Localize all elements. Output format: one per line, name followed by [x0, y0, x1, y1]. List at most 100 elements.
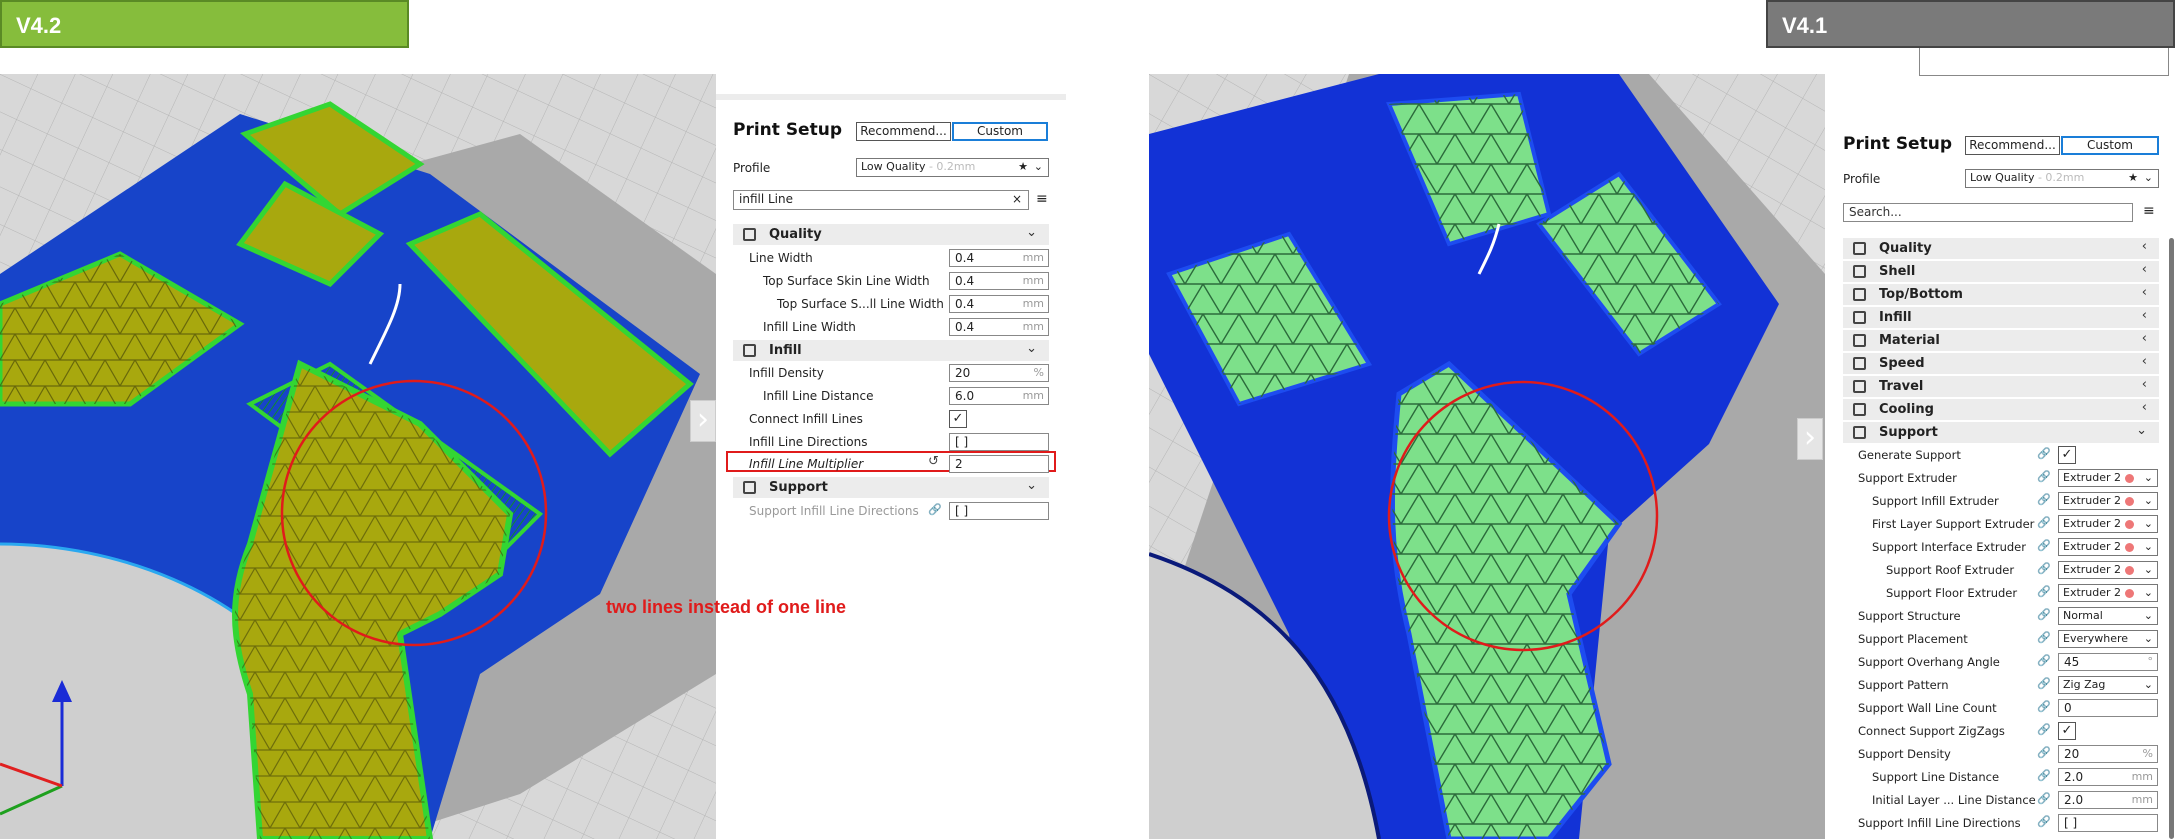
select-value: Extruder 2 — [2063, 494, 2122, 507]
setting-field[interactable]: 2.0 mm — [2058, 768, 2158, 786]
checkmark-icon: ✓ — [952, 411, 964, 426]
setting-select[interactable]: Extruder 2 ⌄ — [2058, 515, 2158, 533]
link-icon: 🔗 — [2037, 746, 2051, 759]
chevron-down-icon: ⌄ — [2143, 678, 2153, 691]
profile-label: Profile — [1843, 172, 1881, 186]
setting-checkbox[interactable]: ✓ — [2058, 446, 2076, 464]
setting-label-top-skin-lw: Top Surface Skin Line Width — [763, 274, 930, 288]
settings-menu-icon[interactable]: ≡ — [2143, 203, 2155, 219]
setting-select[interactable]: Everywhere ⌄ — [2058, 630, 2158, 648]
panel-title: Print Setup — [1843, 134, 1952, 154]
link-icon: 🔗 — [2037, 815, 2051, 828]
category-label: Infill — [1879, 310, 1912, 325]
category-cooling[interactable]: Cooling ‹ — [1843, 399, 2159, 420]
setting-checkbox[interactable]: ✓ — [2058, 722, 2076, 740]
chevron-left-icon: ‹ — [2141, 400, 2147, 415]
category-infill[interactable]: Infill ⌄ — [733, 340, 1049, 361]
field-value: 2.0 — [2064, 770, 2084, 784]
category-quality[interactable]: Quality ⌄ — [733, 224, 1049, 245]
infill-line-width-field[interactable]: 0.4 mm — [949, 318, 1049, 336]
support-icon — [743, 481, 756, 494]
setting-label: Support Density — [1858, 747, 1951, 761]
custom-button[interactable]: Custom — [952, 122, 1048, 141]
select-value: Zig Zag — [2063, 678, 2106, 691]
setting-field[interactable]: [ ] — [2058, 814, 2158, 832]
setting-select[interactable]: Zig Zag ⌄ — [2058, 676, 2158, 694]
infill-multiplier-field[interactable]: 2 — [949, 455, 1049, 473]
setting-label-support-directions: Support Infill Line Directions — [749, 504, 919, 518]
setting-field[interactable]: 0 — [2058, 699, 2158, 717]
extruder-color-icon — [2124, 588, 2134, 598]
search-input[interactable]: Search... — [1843, 203, 2133, 222]
connect-infill-checkbox[interactable]: ✓ — [949, 410, 967, 428]
viewport-right[interactable]: › — [1149, 74, 1825, 839]
search-input[interactable]: infill Line × — [733, 190, 1029, 210]
setting-select[interactable]: Normal ⌄ — [2058, 607, 2158, 625]
category-travel[interactable]: Travel ‹ — [1843, 376, 2159, 397]
recommended-button[interactable]: Recommend... — [1965, 136, 2060, 155]
select-value: Extruder 2 — [2063, 586, 2122, 599]
setting-field[interactable]: 2.0 mm — [2058, 791, 2158, 809]
category-support-label: Support — [769, 480, 828, 495]
setting-field[interactable]: 20% — [2058, 745, 2158, 763]
reset-icon[interactable]: ↺ — [928, 454, 939, 469]
link-icon: 🔗 — [2037, 700, 2051, 713]
chevron-down-icon: ⌄ — [1026, 341, 1037, 356]
custom-button[interactable]: Custom — [2061, 136, 2159, 155]
infill-directions-field[interactable]: [ ] — [949, 433, 1049, 451]
profile-select[interactable]: Low Quality - 0.2mm ★ ⌄ — [1965, 169, 2159, 188]
top-skin-line-width-field[interactable]: 0.4 mm — [949, 272, 1049, 290]
setting-select[interactable]: Extruder 2 ⌄ — [2058, 584, 2158, 602]
viewport-left[interactable]: › — [0, 74, 716, 839]
link-icon: 🔗 — [2037, 677, 2051, 690]
support-icon — [1853, 426, 1866, 439]
setting-label: Support Extruder — [1858, 471, 1957, 485]
setting-label: Initial Layer ... Line Distance — [1872, 793, 2036, 807]
setting-label: Support Interface Extruder — [1872, 540, 2026, 554]
setting-select[interactable]: Extruder 2 ⌄ — [2058, 492, 2158, 510]
collapse-panel-arrow-right[interactable]: › — [1797, 418, 1823, 460]
link-icon: 🔗 — [2037, 562, 2051, 575]
field-unit: % — [1033, 366, 1044, 379]
setting-label: Support Overhang Angle — [1858, 655, 2000, 669]
line-width-field[interactable]: 0.4 mm — [949, 249, 1049, 267]
category-speed[interactable]: Speed ‹ — [1843, 353, 2159, 374]
setting-label: First Layer Support Extruder — [1872, 517, 2035, 531]
chevron-left-icon: ‹ — [2141, 285, 2147, 300]
setting-select[interactable]: Extruder 2 ⌄ — [2058, 469, 2158, 487]
category-material[interactable]: Material ‹ — [1843, 330, 2159, 351]
support-directions-field[interactable]: [ ] — [949, 502, 1049, 520]
category-infill[interactable]: Infill ‹ — [1843, 307, 2159, 328]
field-unit: mm — [1022, 320, 1044, 333]
link-icon: 🔗 — [2037, 539, 2051, 552]
chevron-down-icon: ⌄ — [2143, 632, 2153, 645]
category-quality[interactable]: Quality ‹ — [1843, 238, 2159, 259]
extruder-color-icon — [2124, 565, 2134, 575]
field-value: [ ] — [2064, 816, 2078, 830]
category-support[interactable]: Support ⌄ — [1843, 422, 2159, 443]
recommended-button[interactable]: Recommend... — [856, 122, 951, 141]
print-setup-panel-left: Print Setup Recommend... Custom Profile … — [716, 94, 1066, 839]
setting-select[interactable]: Extruder 2 ⌄ — [2058, 538, 2158, 556]
field-value: 20 — [955, 366, 971, 380]
category-shell[interactable]: Shell ‹ — [1843, 261, 2159, 282]
profile-select[interactable]: Low Quality - 0.2mm ★ ⌄ — [856, 158, 1049, 177]
field-unit: mm — [1022, 251, 1044, 264]
setting-label-infill-lw: Infill Line Width — [763, 320, 856, 334]
category-support[interactable]: Support ⌄ — [733, 477, 1049, 498]
category-top-bottom[interactable]: Top/Bottom ‹ — [1843, 284, 2159, 305]
infill-density-field[interactable]: 20% — [949, 364, 1049, 382]
category-label: Quality — [1879, 241, 1932, 256]
scrollbar[interactable] — [2169, 238, 2174, 839]
chevron-left-icon: ‹ — [2141, 354, 2147, 369]
setting-select[interactable]: Extruder 2 ⌄ — [2058, 561, 2158, 579]
field-unit: ° — [2147, 655, 2154, 668]
clear-search-icon[interactable]: × — [1012, 191, 1022, 207]
settings-menu-icon[interactable]: ≡ — [1036, 191, 1048, 207]
setting-field[interactable]: 45 ° — [2058, 653, 2158, 671]
setting-label-infill-density: Infill Density — [749, 366, 824, 380]
infill-line-distance-field[interactable]: 6.0 mm — [949, 387, 1049, 405]
top-s-line-width-field[interactable]: 0.4 mm — [949, 295, 1049, 313]
collapse-panel-arrow-left[interactable]: › — [690, 400, 716, 442]
chevron-left-icon: ‹ — [2141, 331, 2147, 346]
